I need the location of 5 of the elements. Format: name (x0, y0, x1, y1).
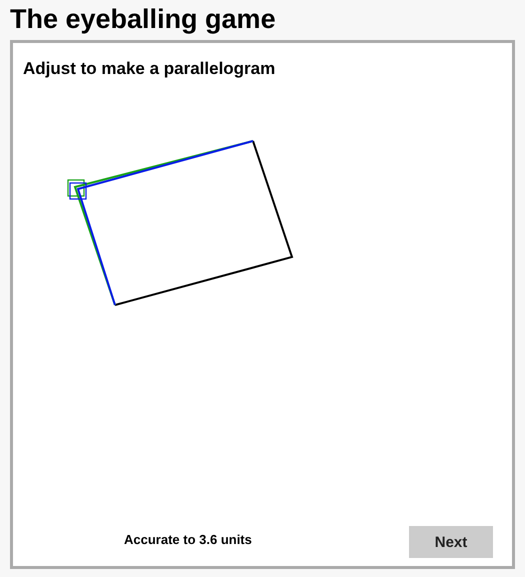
page-title: The eyeballing game (10, 4, 277, 34)
drag-handle[interactable] (69, 182, 87, 200)
instruction-text: Adjust to make a parallelogram (23, 59, 276, 79)
next-button[interactable]: Next (409, 526, 493, 558)
accuracy-text: Accurate to 3.6 units (124, 532, 252, 546)
